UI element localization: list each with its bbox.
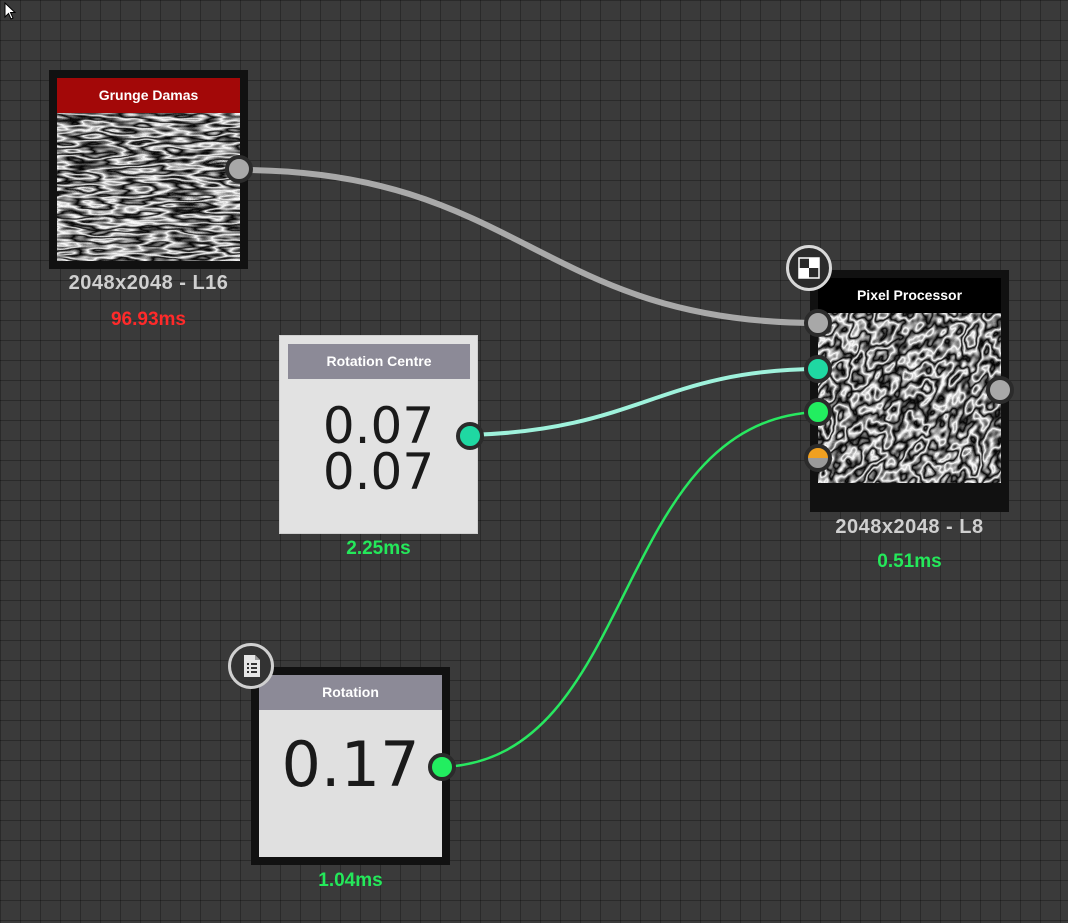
- document-list-icon[interactable]: [228, 643, 274, 689]
- node-rotation-centre[interactable]: Rotation Centre 0.07 0.07: [279, 335, 484, 534]
- value-y: 0.07: [322, 443, 435, 501]
- wire-grunge-to-pixel-processor[interactable]: [238, 167, 819, 326]
- output-port-pixel-processor[interactable]: [986, 376, 1014, 404]
- time-label-rotation-centre: 2.25ms: [346, 538, 411, 559]
- node-title: Rotation Centre: [288, 344, 470, 379]
- output-port-rotation-centre[interactable]: [456, 422, 484, 450]
- input-port-grayscale[interactable]: [804, 309, 832, 337]
- node-rotation-body: Rotation 0.17: [259, 675, 442, 857]
- time-label-grunge: 96.93ms: [110, 309, 186, 330]
- node-title: Pixel Processor: [818, 278, 1001, 313]
- thumbnail-grunge-pattern: [57, 113, 240, 261]
- wire-rotation-centre-to-pixel-processor[interactable]: [469, 367, 819, 437]
- resolution-label-grunge: 2048x2048 - L16: [68, 272, 229, 294]
- time-label-rotation: 1.04ms: [318, 870, 383, 891]
- time-label-pixel-processor: 0.51ms: [877, 551, 942, 572]
- cursor-arrow-icon: [4, 2, 17, 20]
- resolution-label-pixel-processor: 2048x2048 - L8: [835, 516, 984, 538]
- node-rotation[interactable]: Rotation 0.17: [251, 667, 456, 865]
- node-grunge-damas[interactable]: Grunge Damas: [49, 70, 253, 269]
- checker-icon[interactable]: [786, 245, 832, 291]
- input-port-mixed[interactable]: [804, 444, 832, 472]
- thumbnail-pixel-processor: [818, 313, 1001, 483]
- input-port-rotation-centre[interactable]: [804, 355, 832, 383]
- node-title: Rotation: [259, 675, 442, 710]
- graph-canvas[interactable]: Grunge Damas 2048x2048 - L16 96.93ms Rot…: [0, 0, 1068, 923]
- output-port-rotation[interactable]: [428, 753, 456, 781]
- rotation-value: 0.17: [281, 728, 420, 801]
- node-pixel-processor[interactable]: Pixel Processor: [804, 270, 1014, 512]
- input-port-rotation[interactable]: [804, 398, 832, 426]
- output-port-grunge[interactable]: [225, 155, 253, 183]
- wire-rotation-to-pixel-processor[interactable]: [441, 410, 819, 769]
- node-title: Grunge Damas: [57, 78, 240, 113]
